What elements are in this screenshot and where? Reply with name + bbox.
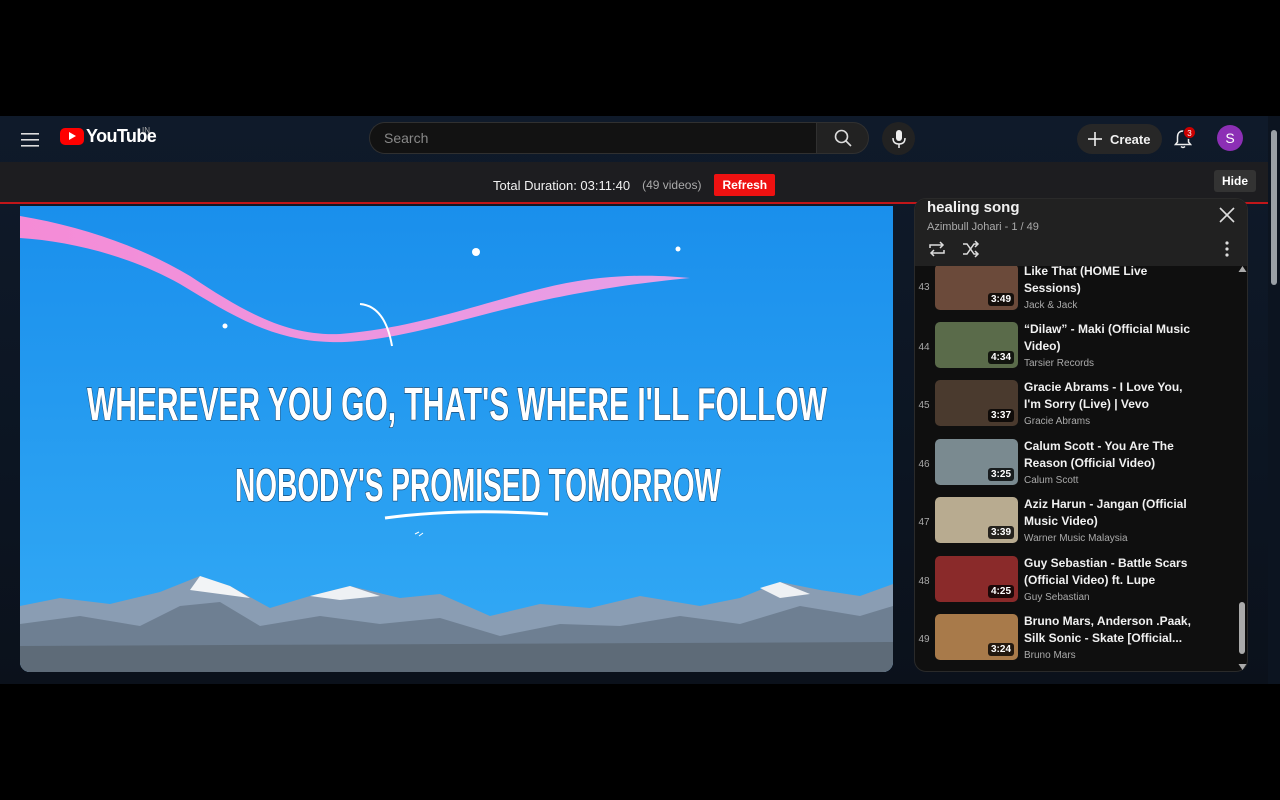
playlist-item[interactable]: 43 3:49 Like That (HOME Live Sessions) J… <box>915 266 1237 320</box>
item-title: Calum Scott - You Are The Reason (Offici… <box>1024 439 1174 470</box>
loop-button[interactable] <box>927 240 947 258</box>
create-label: Create <box>1110 131 1151 147</box>
item-title: “Dilaw” - Maki (Official Music Video) <box>1024 322 1191 353</box>
total-duration: Total Duration: 03:11:40 <box>493 177 631 193</box>
duration-badge: 3:25 <box>987 468 1014 481</box>
youtube-app: YouTube IN Create 3 S Total Duration: 03… <box>0 116 1280 684</box>
item-channel: Bruno Mars <box>1024 650 1076 661</box>
playlist-items: 43 3:49 Like That (HOME Live Sessions) J… <box>915 266 1237 671</box>
page-scrollbar-thumb[interactable] <box>1271 130 1277 285</box>
playlist-item[interactable]: 47 3:39 Aziz Harun - Jangan (Official Mu… <box>915 495 1237 553</box>
search-icon <box>834 129 852 147</box>
duration-badge: 3:39 <box>987 526 1014 539</box>
search-button[interactable] <box>816 122 869 154</box>
playlist-item[interactable]: 49 3:24 Bruno Mars, Anderson .Paak, Silk… <box>915 612 1237 670</box>
playlist-title[interactable]: healing song <box>927 199 1020 216</box>
plus-icon <box>1088 132 1102 146</box>
playlist-panel: healing song Azimbull Johari - 1 / 49 43… <box>914 198 1248 672</box>
video-player[interactable]: WHEREVER YOU GO, THAT'S WHERE I'LL FOLLO… <box>20 206 893 672</box>
more-options-button[interactable] <box>1217 240 1237 258</box>
item-title: Like That (HOME Live Sessions) <box>1024 266 1148 295</box>
item-title: Bruno Mars, Anderson .Paak, Silk Sonic -… <box>1024 614 1191 645</box>
thumbnail: 4:25 <box>935 556 1018 602</box>
item-channel: Guy Sebastian <box>1024 592 1090 603</box>
notification-badge: 3 <box>1183 126 1196 139</box>
video-count: (49 videos) <box>642 178 702 192</box>
more-vert-icon <box>1225 241 1229 257</box>
playlist-item[interactable]: 46 3:25 Calum Scott - You Are The Reason… <box>915 437 1237 495</box>
mic-icon <box>891 129 906 148</box>
item-channel: Jack & Jack <box>1024 300 1078 311</box>
playlist-header: healing song Azimbull Johari - 1 / 49 <box>915 199 1247 266</box>
menu-icon <box>21 133 39 147</box>
playlist-subtitle: Azimbull Johari - 1 / 49 <box>927 221 1039 233</box>
close-icon <box>1219 207 1235 223</box>
close-playlist-button[interactable] <box>1217 205 1237 225</box>
item-channel: Tarsier Records <box>1024 358 1095 369</box>
search-box <box>369 122 869 154</box>
thumbnail: 3:37 <box>935 380 1018 426</box>
avatar[interactable]: S <box>1217 125 1243 151</box>
duration-badge: 4:34 <box>987 351 1014 364</box>
duration-badge: 3:37 <box>987 409 1014 422</box>
search-input[interactable] <box>369 122 816 154</box>
duration-badge: 4:25 <box>987 585 1014 598</box>
playlist-scrollbar[interactable] <box>1237 264 1248 672</box>
hide-button[interactable]: Hide <box>1214 170 1257 192</box>
playlist-item[interactable]: 48 4:25 Guy Sebastian - Battle Scars (Of… <box>915 554 1237 612</box>
thumbnail: 4:34 <box>935 322 1018 368</box>
item-index: 43 <box>918 282 930 293</box>
voice-search-button[interactable] <box>882 122 915 155</box>
duration-badge: 3:24 <box>987 643 1014 656</box>
item-index: 49 <box>918 634 930 645</box>
item-title: Guy Sebastian - Battle Scars (Official V… <box>1024 556 1188 587</box>
item-index: 48 <box>918 576 930 587</box>
duration-badge: 3:49 <box>987 293 1014 306</box>
video-frame: WHEREVER YOU GO, THAT'S WHERE I'LL FOLLO… <box>20 206 893 672</box>
lyric-line-1: WHEREVER YOU GO, THAT'S WHERE I'LL FOLLO… <box>87 378 827 430</box>
item-channel: Gracie Abrams <box>1024 416 1091 427</box>
thumbnail: 3:24 <box>935 614 1018 660</box>
thumbnail: 3:25 <box>935 439 1018 485</box>
thumbnail: 3:49 <box>935 266 1018 310</box>
refresh-button[interactable]: Refresh <box>714 174 776 196</box>
create-button[interactable]: Create <box>1077 124 1163 154</box>
item-index: 46 <box>918 459 930 470</box>
page-scrollbar[interactable] <box>1268 116 1280 684</box>
country-code: IN <box>142 126 150 135</box>
loop-icon <box>929 241 945 257</box>
thumbnail: 3:39 <box>935 497 1018 543</box>
playlist-item[interactable]: 45 3:37 Gracie Abrams - I Love You, I'm … <box>915 378 1237 436</box>
lyric-line-2: NOBODY'S PROMISED TOMORROW <box>235 459 721 511</box>
playlist-item[interactable]: 44 4:34 “Dilaw” - Maki (Official Music V… <box>915 320 1237 378</box>
duration-summary: Total Duration: 03:11:40 (49 videos) Ref… <box>493 174 776 196</box>
item-channel: Warner Music Malaysia <box>1024 533 1128 544</box>
item-index: 45 <box>918 400 930 411</box>
item-index: 44 <box>918 342 930 353</box>
shuffle-button[interactable] <box>961 240 981 258</box>
masthead: YouTube IN Create 3 S <box>0 116 1280 162</box>
shuffle-icon <box>963 240 980 258</box>
item-title: Aziz Harun - Jangan (Official Music Vide… <box>1024 497 1187 528</box>
item-channel: Calum Scott <box>1024 475 1079 486</box>
youtube-play-icon <box>60 128 84 145</box>
item-title: Gracie Abrams - I Love You, I'm Sorry (L… <box>1024 380 1183 411</box>
item-index: 47 <box>918 517 930 528</box>
menu-button[interactable] <box>14 124 46 156</box>
